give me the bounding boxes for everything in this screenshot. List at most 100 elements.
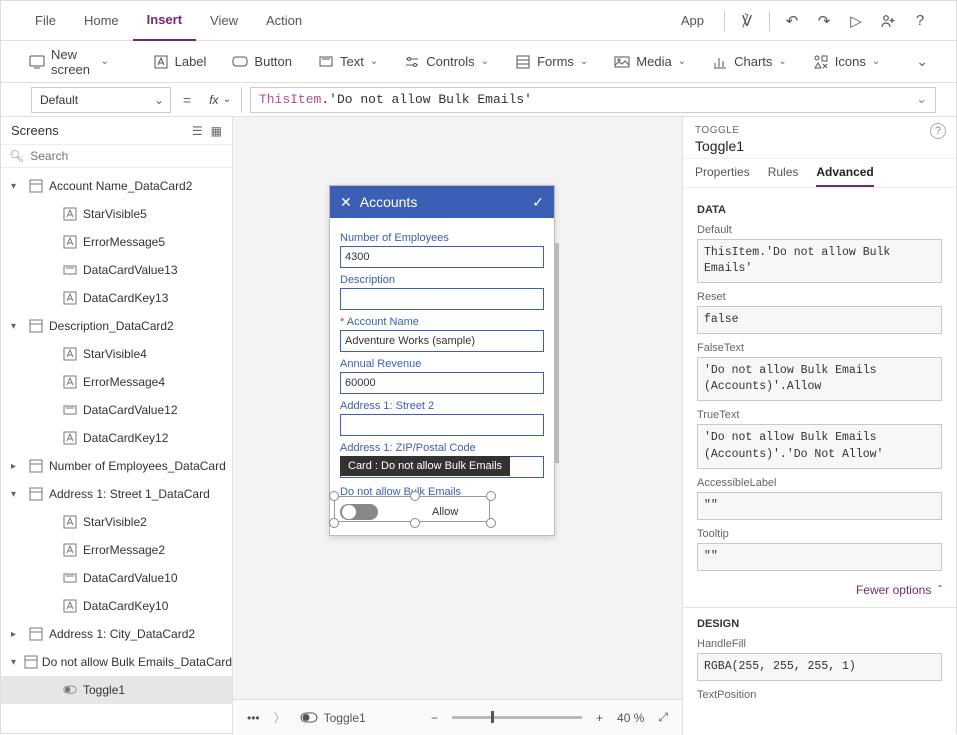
input-truetext[interactable]: 'Do not allow Bulk Emails (Accounts)'.'D… [697,424,942,468]
tree-node[interactable]: StarVisible5 [1,200,232,228]
button-icon [232,54,248,70]
tree-node[interactable]: DataCardKey10 [1,592,232,620]
phone-title: Accounts [352,194,533,210]
zoom-value: 40 % [617,711,644,725]
charts-icon [712,54,728,70]
tree-node[interactable]: ▸Address 1: City_DataCard2 [1,620,232,648]
formula-rest: .'Do not allow Bulk Emails' [321,92,532,107]
input-tooltip[interactable]: "" [697,543,942,571]
tree-search-input[interactable] [30,149,224,163]
input-reset[interactable]: false [697,306,942,334]
tree-node-label: Number of Employees_DataCard [49,459,226,473]
field-input[interactable] [340,372,544,394]
card-icon [24,655,38,669]
property-panel: TOGGLE Toggle1 ? Properties Rules Advanc… [682,117,956,735]
input-handlefill[interactable]: RGBA(255, 255, 255, 1) [697,653,942,681]
zoom-in-icon[interactable]: + [596,711,603,725]
tree-grid-icon[interactable]: ▦ [211,124,222,138]
share-icon[interactable] [872,5,904,37]
tree-node[interactable]: DataCardValue10 [1,564,232,592]
label-accessiblelabel: AccessibleLabel [697,477,942,489]
ribbon-new-screen[interactable]: New screen⌄ [21,43,117,81]
field-input[interactable] [340,288,544,310]
tree-list-icon[interactable]: ☰ [192,124,203,138]
phone-check-icon[interactable]: ✓ [532,194,544,211]
ctrl-icon [61,599,79,613]
tab-properties[interactable]: Properties [695,159,750,187]
card-icon [27,459,45,473]
expand-icon[interactable]: ⤢ [658,710,668,725]
input-falsetext[interactable]: 'Do not allow Bulk Emails (Accounts)'.Al… [697,357,942,401]
tree-node-label: StarVisible2 [83,515,147,529]
phone-scrollbar[interactable] [554,243,559,463]
tree-node[interactable]: ▾Address 1: Street 1_DataCard [1,480,232,508]
ribbon-text[interactable]: Text⌄ [310,50,386,74]
input-default[interactable]: ThisItem.'Do not allow Bulk Emails' [697,239,942,283]
menu-insert[interactable]: Insert [133,1,196,41]
ribbon-label[interactable]: Label [145,50,215,74]
label-tooltip: Tooltip [697,528,942,540]
breadcrumb-more-icon[interactable]: ••• [247,711,260,725]
ribbon-forms[interactable]: Forms⌄ [507,50,596,74]
toggle-control[interactable] [340,504,378,520]
ribbon-new-screen-label: New screen [51,47,95,77]
menu-file[interactable]: File [21,1,70,41]
menu-view[interactable]: View [196,1,252,41]
field-input[interactable] [340,414,544,436]
field-input[interactable] [340,246,544,268]
tree-node[interactable]: DataCardKey13 [1,284,232,312]
label-icon [153,54,169,70]
tree-node[interactable]: Toggle1 [1,676,232,704]
tree-node[interactable]: DataCardKey12 [1,424,232,452]
tree-search[interactable]: 🔍︎ [1,145,232,168]
card-icon [27,319,45,333]
menu-action[interactable]: Action [252,1,316,41]
ribbon-icons[interactable]: Icons⌄ [805,50,888,74]
fewer-options-link[interactable]: Fewer options ˆ [856,583,942,597]
panel-help-icon[interactable]: ? [930,123,946,139]
tree-node[interactable]: ▸Number of Employees_DataCard [1,452,232,480]
breadcrumb-toggle[interactable]: Toggle1 [300,711,366,725]
tree-node[interactable]: DataCardValue13 [1,256,232,284]
tab-rules[interactable]: Rules [768,159,799,187]
zoom-slider[interactable] [452,716,582,719]
section-design: DESIGN [697,618,942,630]
input-accessiblelabel[interactable]: "" [697,492,942,520]
ribbon-controls[interactable]: Controls⌄ [396,50,497,74]
panel-type: TOGGLE [695,125,944,136]
property-dropdown[interactable]: Default [31,87,171,113]
tree-node[interactable]: ▾Description_DataCard2 [1,312,232,340]
field-label: Number of Employees [340,232,544,244]
tree-node[interactable]: ▾Account Name_DataCard2 [1,172,232,200]
fx-button[interactable]: fx⌄ [203,87,242,113]
ribbon-media[interactable]: Media⌄ [606,50,694,74]
tree-node[interactable]: StarVisible4 [1,340,232,368]
phone-close-icon[interactable]: ✕ [340,194,352,211]
tree-node[interactable]: ErrorMessage5 [1,228,232,256]
zoom-out-icon[interactable]: − [431,711,438,725]
ctrl-icon [61,375,79,389]
ribbon-button[interactable]: Button [224,50,300,74]
help-icon[interactable]: ? [904,5,936,37]
play-icon[interactable]: ▷ [840,5,872,37]
menu-app[interactable]: App [667,1,718,41]
tree-node[interactable]: DataCardValue12 [1,396,232,424]
tree-node[interactable]: StarVisible2 [1,508,232,536]
tree-node[interactable]: ErrorMessage2 [1,536,232,564]
ribbon-overflow[interactable]: ⌄ [908,49,936,74]
toggle-label: Do not allow Bulk Emails [340,486,544,498]
ribbon-charts[interactable]: Charts⌄ [704,50,795,74]
field-input[interactable] [340,330,544,352]
tree-node-label: Description_DataCard2 [49,319,174,333]
tree-node[interactable]: ErrorMessage4 [1,368,232,396]
redo-icon[interactable]: ↷ [808,5,840,37]
tree-node-label: Address 1: City_DataCard2 [49,627,195,641]
tree-node[interactable]: ▾Do not allow Bulk Emails_DataCard [1,648,232,676]
formula-input[interactable]: ThisItem.'Do not allow Bulk Emails' [250,87,936,113]
menu-home[interactable]: Home [70,1,133,41]
tree-node-label: Address 1: Street 1_DataCard [49,487,210,501]
tree-node-label: Account Name_DataCard2 [49,179,192,193]
undo-icon[interactable]: ↶ [776,5,808,37]
tab-advanced[interactable]: Advanced [816,159,873,187]
stethoscope-icon[interactable]: ℣ [731,5,763,37]
